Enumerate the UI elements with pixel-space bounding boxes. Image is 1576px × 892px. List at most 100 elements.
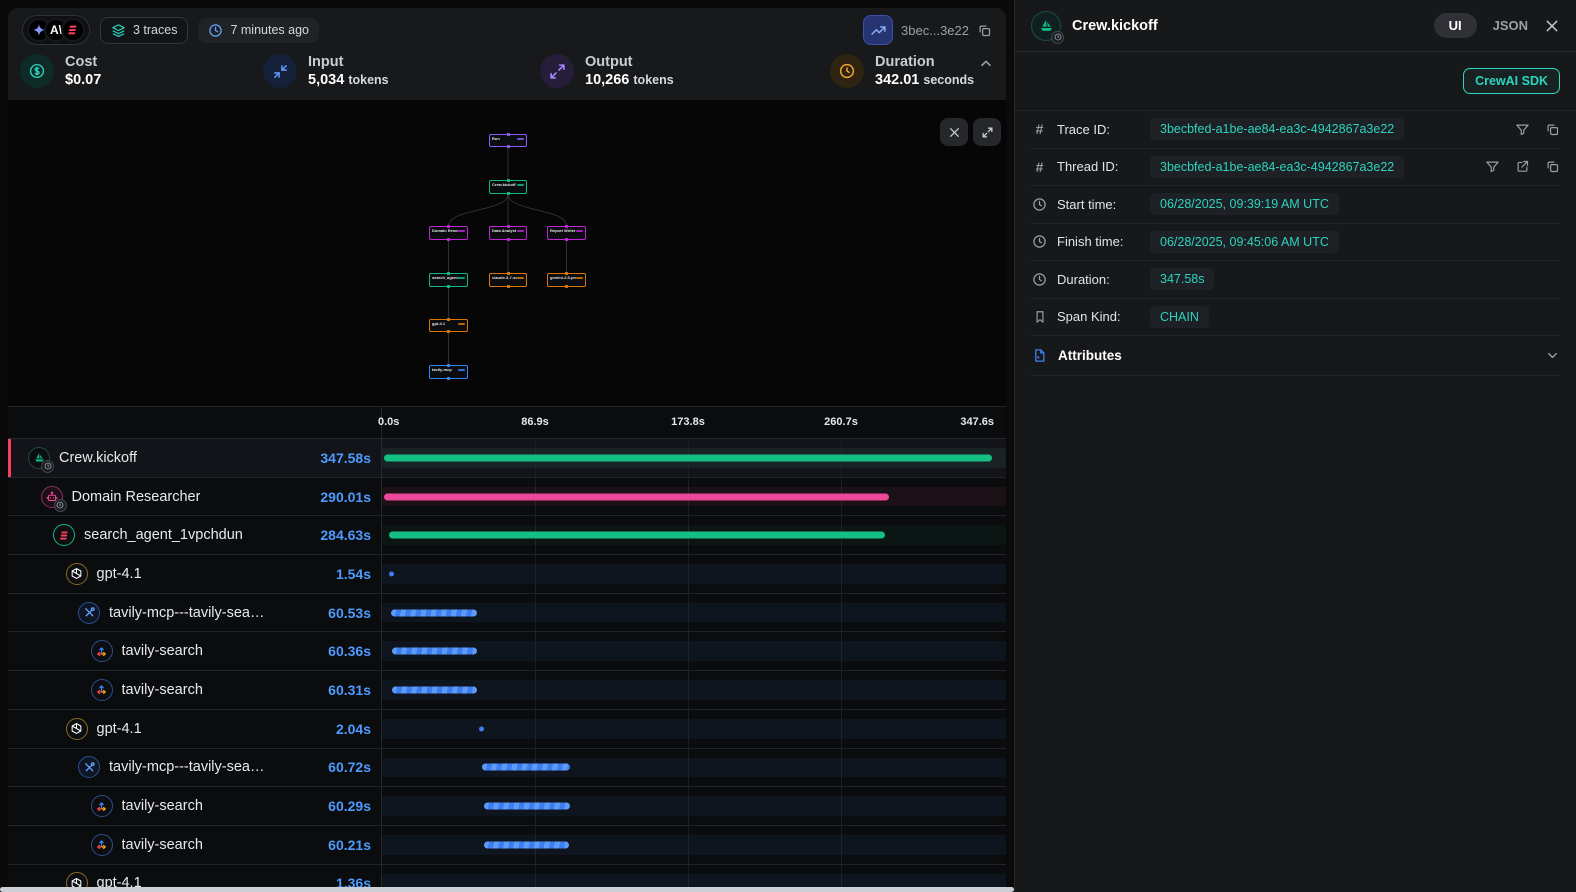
trace-graph-minimap[interactable]: Run Crew.kickoff Domain Research... Data An…	[8, 100, 1006, 406]
graph-node-writer[interactable]: Report Writer	[547, 226, 586, 240]
node-handle	[565, 285, 568, 288]
timeline-lane	[382, 555, 994, 593]
close-icon[interactable]	[940, 118, 968, 146]
span-duration: 347.58s	[320, 450, 371, 466]
duration-track	[382, 796, 1006, 816]
duration-track	[382, 758, 1006, 778]
graph-node-label: Domain Research...	[432, 228, 458, 233]
bookmark-icon	[1031, 310, 1048, 324]
search-agent-icon	[53, 524, 75, 546]
duration-bar[interactable]	[479, 726, 484, 731]
detail-row: Start time:06/28/2025, 09:39:19 AM UTC	[1031, 186, 1560, 224]
graph-node-label: Run	[492, 136, 517, 141]
clock-subbadge-icon	[41, 460, 54, 473]
waterfall-row[interactable]: Domain Researcher290.01s	[8, 478, 1006, 517]
attributes-section[interactable]: Attributes	[1031, 336, 1560, 376]
waterfall-row[interactable]: tavily-mcp---tavily-sea…60.53s	[8, 594, 1006, 633]
field-value-chip: CHAIN	[1150, 306, 1209, 328]
graph-node-gpt[interactable]: gpt-4.1	[429, 319, 468, 332]
span-duration: 1.54s	[336, 566, 371, 582]
copy-icon[interactable]	[1545, 159, 1560, 174]
chevron-up-icon[interactable]	[978, 56, 994, 72]
waterfall-row[interactable]: gpt-4.11.54s	[8, 555, 1006, 594]
graph-node-llm2[interactable]: gemini-2.5-pro	[547, 273, 586, 287]
expand-icon[interactable]	[973, 118, 1001, 146]
node-handle	[507, 179, 510, 182]
duration-bar[interactable]	[484, 803, 570, 810]
timeline-lane	[382, 632, 994, 670]
attributes-label: Attributes	[1058, 348, 1122, 363]
duration-bar[interactable]	[392, 686, 477, 693]
graph-node-kickoff[interactable]: Crew.kickoff	[489, 180, 527, 194]
stat-label: Cost	[65, 54, 101, 70]
span-title: Crew.kickoff	[1072, 18, 1158, 34]
waterfall-row[interactable]: gpt-4.12.04s	[8, 710, 1006, 749]
trace-summary-card: A\ 3 traces 7 minutes ago 3bec...3e22	[8, 8, 1006, 100]
duration-bar[interactable]	[384, 454, 992, 461]
node-handle	[507, 285, 510, 288]
duration-bar[interactable]	[484, 841, 570, 848]
span-name: tavily-search	[122, 682, 203, 698]
chevron-down-icon[interactable]	[1545, 348, 1560, 363]
field-label: Start time:	[1057, 197, 1141, 212]
waterfall-row[interactable]: tavily-search60.36s	[8, 632, 1006, 671]
copy-icon[interactable]	[1545, 122, 1560, 137]
graph-node-badge	[458, 369, 465, 372]
field-value-chip: 3becbfed-a1be-ae84-ea3c-4942867a3e22	[1150, 156, 1404, 178]
waterfall-row[interactable]: tavily-search60.21s	[8, 826, 1006, 865]
waterfall-row[interactable]: tavily-mcp---tavily-sea…60.72s	[8, 749, 1006, 788]
stat-duration: Duration 342.01 seconds	[830, 54, 974, 88]
span-duration: 60.36s	[328, 643, 371, 659]
hash-icon: #	[1031, 121, 1048, 137]
sdk-badge: CrewAI SDK	[1463, 68, 1560, 94]
graph-node-label: tavily-mcp	[432, 367, 458, 372]
filter-icon[interactable]	[1515, 122, 1530, 137]
waterfall-row[interactable]: search_agent_1vpchdun284.63s	[8, 516, 1006, 555]
waterfall-row[interactable]: tavily-search60.29s	[8, 787, 1006, 826]
trace-short-id: 3bec...3e22	[901, 23, 969, 38]
graph-node-run[interactable]: Run	[489, 134, 527, 147]
traces-count-badge[interactable]: 3 traces	[100, 17, 188, 44]
filter-icon[interactable]	[1485, 159, 1500, 174]
node-handle	[507, 133, 510, 136]
graph-node-llm1[interactable]: claude-3-7-sonnet	[489, 273, 527, 287]
clock-subbadge-icon	[54, 499, 67, 512]
node-handle	[507, 225, 510, 228]
duration-bar[interactable]	[384, 493, 889, 500]
graph-node-search[interactable]: search_agent	[429, 273, 468, 287]
tools-icon	[78, 756, 100, 778]
duration-bar[interactable]	[482, 764, 570, 771]
timeline-lane	[382, 710, 994, 748]
field-label: Duration:	[1057, 272, 1141, 287]
node-handle	[507, 272, 510, 275]
graph-node-label: search_agent	[432, 275, 458, 280]
graph-node-badge	[517, 184, 524, 187]
node-handle	[565, 225, 568, 228]
duration-bar[interactable]	[391, 609, 478, 616]
external-link-icon[interactable]	[1515, 159, 1530, 174]
tab-json[interactable]: JSON	[1493, 18, 1528, 33]
duration-bar[interactable]	[389, 571, 394, 576]
copy-icon[interactable]	[977, 23, 992, 38]
axis-tick: 0.0s	[378, 416, 399, 428]
timeline-lane	[382, 826, 994, 864]
tab-ui[interactable]: UI	[1434, 13, 1477, 38]
graph-node-analyst[interactable]: Data Analyst	[489, 226, 527, 240]
duration-track	[382, 835, 1006, 855]
clock-icon	[208, 23, 223, 38]
close-icon[interactable]	[1544, 18, 1560, 34]
horizontal-scrollbar[interactable]	[0, 887, 1014, 892]
stat-value: 10,266	[585, 72, 629, 88]
graph-node-domain[interactable]: Domain Research...	[429, 226, 468, 240]
duration-bar[interactable]	[389, 532, 885, 539]
output-tokens-icon	[540, 54, 574, 88]
provider-avatars[interactable]: A\	[22, 15, 90, 45]
waterfall-row[interactable]: Crew.kickoff347.58s	[8, 439, 1006, 478]
axis-tick: 347.6s	[960, 416, 994, 428]
clock-subbadge-icon	[1051, 31, 1064, 44]
span-duration: 60.53s	[328, 605, 371, 621]
graph-node-mcp[interactable]: tavily-mcp	[429, 365, 468, 379]
waterfall-row[interactable]: tavily-search60.31s	[8, 671, 1006, 710]
duration-bar[interactable]	[392, 648, 477, 655]
trend-chart-button[interactable]	[863, 15, 893, 45]
